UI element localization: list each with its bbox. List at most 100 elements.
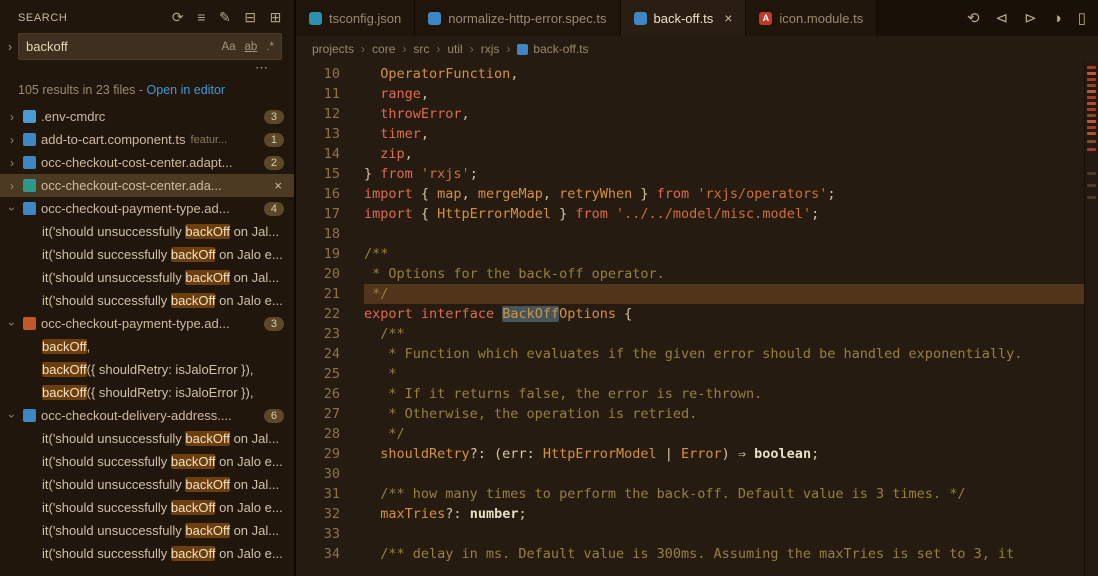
code-line-33[interactable]: 33 (296, 524, 1084, 544)
search-file-row[interactable]: › occ-checkout-delivery-address.... 6 (0, 404, 294, 427)
code-line-23[interactable]: 23 /** (296, 324, 1084, 344)
search-match-row[interactable]: backOff, (0, 335, 294, 358)
whole-word-toggle[interactable]: ab (245, 41, 258, 53)
search-match-row[interactable]: it('should unsuccessfully backOff on Jal… (0, 519, 294, 542)
search-input[interactable]: backoff Aa ab .* (18, 33, 282, 60)
code-line-21[interactable]: 21 */ (296, 284, 1084, 304)
line-number[interactable]: 32 (296, 504, 340, 524)
close-icon[interactable]: × (724, 10, 732, 26)
view-as-list-icon[interactable]: ⊞ (270, 9, 282, 26)
match-case-toggle[interactable]: Aa (221, 41, 235, 53)
search-file-row[interactable]: › add-to-cart.component.ts featur... 1 (0, 128, 294, 151)
search-match-row[interactable]: it('should unsuccessfully backOff on Jal… (0, 220, 294, 243)
code-line-34[interactable]: 34 /** delay in ms. Default value is 300… (296, 544, 1084, 564)
line-number[interactable]: 17 (296, 204, 340, 224)
twisty-icon[interactable]: › (5, 203, 19, 215)
tab-icon.module.ts[interactable]: Aicon.module.ts (746, 0, 878, 36)
line-number[interactable]: 22 (296, 304, 340, 324)
line-number[interactable]: 14 (296, 144, 340, 164)
tab-normalize-http-error.spec.ts[interactable]: normalize-http-error.spec.ts (415, 0, 621, 36)
line-number[interactable]: 34 (296, 544, 340, 564)
line-number[interactable]: 25 (296, 364, 340, 384)
search-file-row[interactable]: › occ-checkout-payment-type.ad... 4 (0, 197, 294, 220)
search-match-row[interactable]: it('should successfully backOff on Jalo … (0, 243, 294, 266)
code-line-30[interactable]: 30 (296, 464, 1084, 484)
open-changes-icon[interactable]: ◑ (1053, 10, 1062, 27)
line-number[interactable]: 33 (296, 524, 340, 544)
line-number[interactable]: 16 (296, 184, 340, 204)
breadcrumb-item[interactable]: projects (312, 42, 354, 56)
code-line-12[interactable]: 12 throwError, (296, 104, 1084, 124)
line-number[interactable]: 20 (296, 264, 340, 284)
regex-toggle[interactable]: .* (266, 41, 274, 53)
line-number[interactable]: 30 (296, 464, 340, 484)
collapse-all-icon[interactable]: ⊟ (244, 9, 256, 26)
breadcrumb-item[interactable]: rxjs (481, 42, 500, 56)
clear-results-icon[interactable]: ≡ (197, 9, 206, 26)
breadcrumb-item[interactable]: core (372, 42, 395, 56)
search-match-row[interactable]: backOff({ shouldRetry: isJaloError }), (0, 381, 294, 404)
navigate-back-icon[interactable]: ⊲ (996, 9, 1009, 27)
code-line-16[interactable]: 16 import { map, mergeMap, retryWhen } fr… (296, 184, 1084, 204)
line-number[interactable]: 24 (296, 344, 340, 364)
breadcrumb-item[interactable]: util (447, 42, 462, 56)
line-number[interactable]: 19 (296, 244, 340, 264)
breadcrumb-item[interactable]: back-off.ts (533, 42, 588, 56)
code-content[interactable]: 10 OperatorFunction, 11 range, 12 throwErr… (296, 62, 1084, 576)
twisty-icon[interactable]: › (6, 179, 18, 193)
refresh-icon[interactable]: ⟳ (172, 9, 184, 26)
twisty-icon[interactable]: › (6, 110, 18, 124)
line-number[interactable]: 10 (296, 64, 340, 84)
code-line-13[interactable]: 13 timer, (296, 124, 1084, 144)
split-editor-icon[interactable]: ▯ (1078, 9, 1086, 27)
code-line-17[interactable]: 17 import { HttpErrorModel } from '../../… (296, 204, 1084, 224)
code-line-25[interactable]: 25 * (296, 364, 1084, 384)
search-match-row[interactable]: it('should unsuccessfully backOff on Jal… (0, 427, 294, 450)
code-line-27[interactable]: 27 * Otherwise, the operation is retried… (296, 404, 1084, 424)
twisty-icon[interactable]: › (6, 133, 18, 147)
code-line-18[interactable]: 18 (296, 224, 1084, 244)
code-line-32[interactable]: 32 maxTries?: number; (296, 504, 1084, 524)
twisty-icon[interactable]: › (5, 318, 19, 330)
open-in-editor-link[interactable]: Open in editor (147, 83, 226, 97)
code-line-14[interactable]: 14 zip, (296, 144, 1084, 164)
line-number[interactable]: 15 (296, 164, 340, 184)
code-line-26[interactable]: 26 * If it returns false, the error is r… (296, 384, 1084, 404)
twisty-icon[interactable]: › (6, 156, 18, 170)
search-match-row[interactable]: it('should successfully backOff on Jalo … (0, 289, 294, 312)
new-search-editor-icon[interactable]: ✎ (219, 9, 231, 26)
line-number[interactable]: 13 (296, 124, 340, 144)
dismiss-icon[interactable]: × (274, 178, 282, 193)
code-line-28[interactable]: 28 */ (296, 424, 1084, 444)
search-file-row[interactable]: › occ-checkout-payment-type.ad... 3 (0, 312, 294, 335)
line-number[interactable]: 21 (296, 284, 340, 304)
minimap[interactable] (1084, 62, 1098, 576)
tab-back-off.ts[interactable]: back-off.ts × (620, 0, 747, 36)
code-line-19[interactable]: 19 /** (296, 244, 1084, 264)
search-match-row[interactable]: it('should successfully backOff on Jalo … (0, 542, 294, 565)
navigate-forward-icon[interactable]: ⊳ (1024, 9, 1037, 27)
code-line-31[interactable]: 31 /** how many times to perform the bac… (296, 484, 1084, 504)
twisty-icon[interactable]: › (5, 410, 19, 422)
code-line-15[interactable]: 15} from 'rxjs'; (296, 164, 1084, 184)
more-actions-icon[interactable]: ⋯ (255, 60, 268, 75)
line-number[interactable]: 11 (296, 84, 340, 104)
code-line-11[interactable]: 11 range, (296, 84, 1084, 104)
search-match-row[interactable]: it('should unsuccessfully backOff on Jal… (0, 266, 294, 289)
line-number[interactable]: 18 (296, 224, 340, 244)
line-number[interactable]: 29 (296, 444, 340, 464)
tab-tsconfig.json[interactable]: tsconfig.json (296, 0, 416, 36)
line-number[interactable]: 28 (296, 424, 340, 444)
code-line-24[interactable]: 24 * Function which evaluates if the giv… (296, 344, 1084, 364)
code-line-22[interactable]: 22 export interface BackOffOptions { (296, 304, 1084, 324)
search-file-row[interactable]: › occ-checkout-cost-center.adapt... 2 (0, 151, 294, 174)
line-number[interactable]: 23 (296, 324, 340, 344)
line-number[interactable]: 12 (296, 104, 340, 124)
timeline-icon[interactable]: ⟲ (967, 9, 980, 27)
line-number[interactable]: 31 (296, 484, 340, 504)
search-match-row[interactable]: it('should successfully backOff on Jalo … (0, 450, 294, 473)
breadcrumb-item[interactable]: src (413, 42, 429, 56)
search-file-row[interactable]: › .env-cmdrc 3 (0, 105, 294, 128)
code-line-20[interactable]: 20 * Options for the back-off operator. (296, 264, 1084, 284)
toggle-replace-icon[interactable]: › (2, 39, 18, 54)
